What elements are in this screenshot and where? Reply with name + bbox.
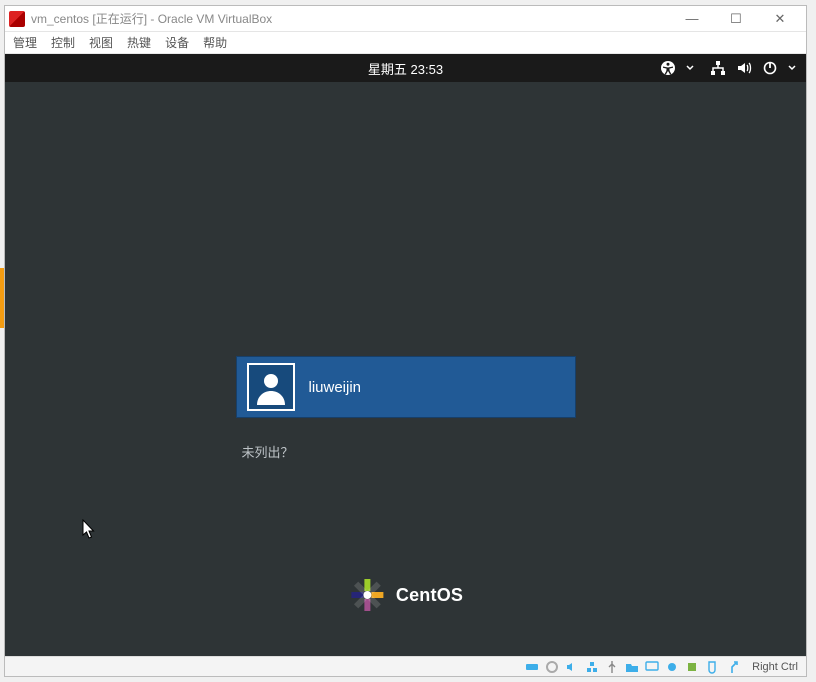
statusbar-network-icon[interactable] [584,659,600,675]
user-icon [253,369,289,405]
window-title: vm_centos [正在运行] - Oracle VM VirtualBox [31,10,670,27]
not-listed-link[interactable]: 未列出？ [236,442,576,461]
virtualbox-window: vm_centos [正在运行] - Oracle VM VirtualBox … [4,5,807,677]
statusbar-keyboard-icon[interactable] [724,659,740,675]
statusbar-display-icon[interactable] [644,659,660,675]
menu-help[interactable]: 帮助 [203,34,227,51]
power-icon [762,60,778,76]
system-menu[interactable] [710,60,796,76]
window-controls: — ☐ ✕ [670,6,802,32]
chevron-down-icon [686,64,694,72]
host-key-label[interactable]: Right Ctrl [750,661,800,673]
network-icon [710,60,726,76]
os-branding: CentOS [348,576,463,614]
window-titlebar: vm_centos [正在运行] - Oracle VM VirtualBox … [5,6,806,32]
statusbar-recording-icon[interactable] [664,659,680,675]
statusbar-mouse-integration-icon[interactable] [704,659,720,675]
menu-hotkeys[interactable]: 热键 [127,34,151,51]
virtualbox-icon [9,11,25,27]
clock[interactable]: 星期五 23:53 [368,59,443,78]
avatar [247,363,295,411]
menubar: 管理 控制 视图 热键 设备 帮助 [5,32,806,54]
volume-icon [736,60,752,76]
minimize-button[interactable]: — [670,6,714,32]
accessibility-icon [660,60,676,76]
vbox-statusbar: Right Ctrl [5,656,806,676]
menu-devices[interactable]: 设备 [165,34,189,51]
vm-display[interactable]: 星期五 23:53 [5,54,806,656]
user-name: liuweijin [309,379,362,396]
statusbar-cpu-icon[interactable] [684,659,700,675]
accessibility-menu[interactable] [660,60,694,76]
centos-logo-icon [348,576,386,614]
mouse-cursor [82,519,96,540]
statusbar-optical-icon[interactable] [544,659,560,675]
chevron-down-icon [788,64,796,72]
menu-view[interactable]: 视图 [89,34,113,51]
menu-manage[interactable]: 管理 [13,34,37,51]
statusbar-audio-icon[interactable] [564,659,580,675]
login-panel: liuweijin 未列出？ [236,356,576,461]
close-button[interactable]: ✕ [758,6,802,32]
statusbar-hdd-icon[interactable] [524,659,540,675]
gnome-topbar: 星期五 23:53 [5,54,806,82]
user-entry[interactable]: liuweijin [236,356,576,418]
statusbar-usb-icon[interactable] [604,659,620,675]
maximize-button[interactable]: ☐ [714,6,758,32]
menu-control[interactable]: 控制 [51,34,75,51]
brand-name: CentOS [396,585,463,606]
statusbar-shared-folders-icon[interactable] [624,659,640,675]
